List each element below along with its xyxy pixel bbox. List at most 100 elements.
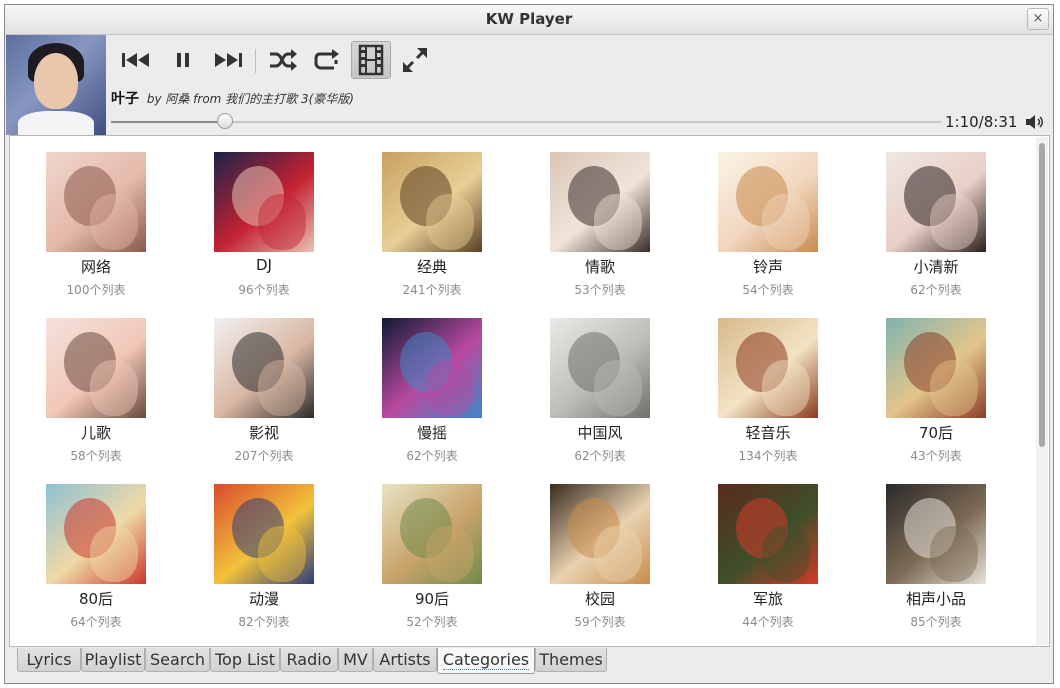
bottom-tab-bar: Lyrics Playlist Search Top List Radio MV Artis…: [17, 648, 717, 674]
category-thumbnail[interactable]: [550, 152, 650, 252]
category-item[interactable]: 军旅 44个列表: [693, 472, 843, 632]
category-name[interactable]: DJ: [189, 256, 339, 274]
volume-button[interactable]: [1025, 114, 1045, 130]
category-item[interactable]: 情歌 53个列表: [525, 140, 675, 300]
category-item[interactable]: 轻音乐 134个列表: [693, 306, 843, 466]
category-name[interactable]: 80后: [21, 588, 171, 609]
category-thumbnail[interactable]: [718, 484, 818, 584]
mv-toggle-button[interactable]: [351, 41, 391, 79]
category-item[interactable]: 动漫 82个列表: [189, 472, 339, 632]
category-playlist-count: 62个列表: [910, 283, 962, 297]
tab-playlist[interactable]: Playlist: [81, 648, 145, 672]
tab-categories[interactable]: Categories: [437, 648, 535, 674]
category-playlist-count: 134个列表: [738, 449, 798, 463]
fullscreen-icon: [403, 48, 427, 72]
category-thumbnail[interactable]: [382, 484, 482, 584]
category-name[interactable]: 铃声: [693, 256, 843, 277]
category-thumbnail[interactable]: [46, 318, 146, 418]
category-name[interactable]: 网络: [21, 256, 171, 277]
category-thumbnail[interactable]: [214, 318, 314, 418]
category-name[interactable]: 中国风: [525, 422, 675, 443]
category-name[interactable]: 70后: [861, 422, 1011, 443]
close-button[interactable]: ×: [1027, 8, 1049, 30]
categories-panel: 网络 100个列表 DJ 96个列表 经典 241个列表 情歌 53个列表 铃声 54个列表 小清新…: [9, 135, 1050, 647]
previous-button[interactable]: [117, 41, 157, 79]
category-thumbnail[interactable]: [886, 318, 986, 418]
category-item[interactable]: 中国风 62个列表: [525, 306, 675, 466]
category-name[interactable]: 慢摇: [357, 422, 507, 443]
category-thumbnail[interactable]: [886, 152, 986, 252]
category-item[interactable]: 校园 59个列表: [525, 472, 675, 632]
category-item[interactable]: 80后 64个列表: [21, 472, 171, 632]
category-thumbnail[interactable]: [718, 318, 818, 418]
category-item[interactable]: 铃声 54个列表: [693, 140, 843, 300]
category-item[interactable]: 网络 100个列表: [21, 140, 171, 300]
category-item[interactable]: 慢摇 62个列表: [357, 306, 507, 466]
category-name[interactable]: 相声小品: [861, 588, 1011, 609]
shuffle-button[interactable]: [263, 41, 303, 79]
category-item[interactable]: 70后 43个列表: [861, 306, 1011, 466]
tab-mv[interactable]: MV: [338, 648, 373, 672]
category-playlist-count: 44个列表: [742, 615, 794, 629]
pause-button[interactable]: [163, 41, 203, 79]
category-name[interactable]: 轻音乐: [693, 422, 843, 443]
category-playlist-count: 59个列表: [574, 615, 626, 629]
category-item[interactable]: 90后 52个列表: [357, 472, 507, 632]
tab-label: Categories: [442, 650, 530, 670]
category-thumbnail[interactable]: [550, 318, 650, 418]
category-name[interactable]: 校园: [525, 588, 675, 609]
category-playlist-count: 58个列表: [70, 449, 122, 463]
progress-slider[interactable]: [111, 113, 941, 129]
album-art[interactable]: [6, 35, 106, 135]
tab-label: Top List: [214, 650, 276, 669]
tab-label: Search: [150, 650, 205, 669]
category-item[interactable]: 经典 241个列表: [357, 140, 507, 300]
category-thumbnail[interactable]: [46, 152, 146, 252]
category-name[interactable]: 影视: [189, 422, 339, 443]
category-playlist-count: 82个列表: [238, 615, 290, 629]
category-thumbnail[interactable]: [46, 484, 146, 584]
category-item[interactable]: 相声小品 85个列表: [861, 472, 1011, 632]
category-item[interactable]: 影视 207个列表: [189, 306, 339, 466]
category-name[interactable]: 情歌: [525, 256, 675, 277]
category-playlist-count: 62个列表: [574, 449, 626, 463]
category-item[interactable]: 儿歌 58个列表: [21, 306, 171, 466]
tab-search[interactable]: Search: [145, 648, 210, 672]
category-name[interactable]: 90后: [357, 588, 507, 609]
category-thumbnail[interactable]: [382, 152, 482, 252]
progress-handle[interactable]: [217, 113, 233, 129]
category-thumbnail[interactable]: [550, 484, 650, 584]
next-button[interactable]: [207, 41, 247, 79]
volume-icon: [1026, 115, 1043, 129]
now-playing-info: 叶子 by 阿桑 from 我们的主打歌 3(豪华版): [111, 88, 354, 108]
tab-label: MV: [343, 650, 368, 669]
category-item[interactable]: 小清新 62个列表: [861, 140, 1011, 300]
tab-top-list[interactable]: Top List: [210, 648, 280, 672]
category-name[interactable]: 经典: [357, 256, 507, 277]
category-name[interactable]: 小清新: [861, 256, 1011, 277]
fullscreen-button[interactable]: [395, 41, 435, 79]
repeat-button[interactable]: [307, 41, 347, 79]
category-thumbnail[interactable]: [886, 484, 986, 584]
category-name[interactable]: 儿歌: [21, 422, 171, 443]
toolbar-separator: [255, 49, 256, 73]
tab-lyrics[interactable]: Lyrics: [17, 648, 81, 672]
next-icon: [215, 53, 242, 67]
tab-themes[interactable]: Themes: [535, 648, 607, 672]
category-playlist-count: 43个列表: [910, 449, 962, 463]
category-playlist-count: 85个列表: [910, 615, 962, 629]
category-name[interactable]: 军旅: [693, 588, 843, 609]
title-bar: KW Player ×: [5, 5, 1053, 35]
category-thumbnail[interactable]: [718, 152, 818, 252]
category-item[interactable]: DJ 96个列表: [189, 140, 339, 300]
category-thumbnail[interactable]: [214, 484, 314, 584]
category-thumbnail[interactable]: [382, 318, 482, 418]
category-thumbnail[interactable]: [214, 152, 314, 252]
vertical-scrollbar[interactable]: [1036, 137, 1048, 645]
category-name[interactable]: 动漫: [189, 588, 339, 609]
tab-label: Artists: [379, 650, 431, 669]
tab-artists[interactable]: Artists: [373, 648, 437, 672]
scrollbar-thumb[interactable]: [1039, 143, 1045, 447]
time-display: 1:10/8:31: [945, 113, 1018, 131]
tab-radio[interactable]: Radio: [280, 648, 338, 672]
